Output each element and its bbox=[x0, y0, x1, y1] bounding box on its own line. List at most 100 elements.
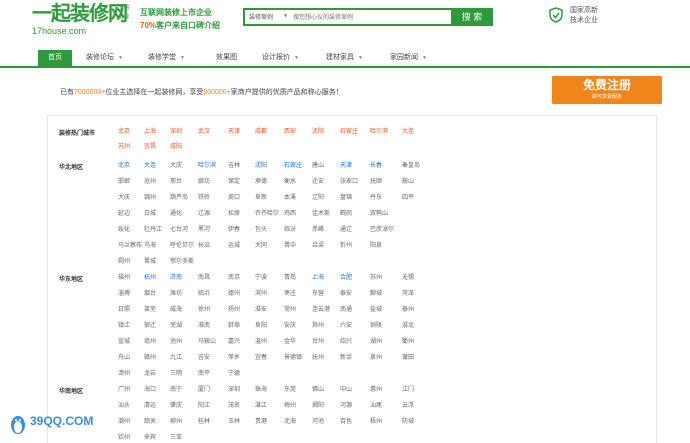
city-link[interactable]: 呼伦贝尔 bbox=[170, 242, 194, 250]
city-link[interactable]: 铁岭 bbox=[198, 194, 210, 202]
city-link[interactable]: 赣州 bbox=[144, 354, 156, 362]
city-link[interactable]: 河池 bbox=[312, 418, 324, 426]
city-link[interactable]: 镇江 bbox=[118, 322, 130, 330]
city-link[interactable]: 唐山 bbox=[312, 162, 324, 170]
city-link[interactable]: 北京 bbox=[118, 128, 130, 136]
city-link[interactable]: 揭阳 bbox=[312, 402, 324, 410]
city-link[interactable]: 宜昌 bbox=[144, 143, 156, 151]
nav-news[interactable]: 家园新闻 ▼ bbox=[390, 50, 427, 66]
city-link[interactable]: 萍乡 bbox=[228, 354, 240, 362]
city-link[interactable]: 盐城 bbox=[370, 306, 382, 314]
city-link[interactable]: 梧州 bbox=[370, 418, 382, 426]
city-link[interactable]: 云浮 bbox=[402, 402, 414, 410]
register-button[interactable]: 免费注册 即可享受服务 bbox=[552, 76, 662, 104]
city-link[interactable]: 咸阳 bbox=[170, 143, 182, 151]
city-link[interactable]: 沈阳 bbox=[255, 162, 267, 170]
city-link[interactable]: 泉州 bbox=[370, 354, 382, 362]
city-link[interactable]: 晋城 bbox=[144, 258, 156, 266]
city-link[interactable]: 吉林 bbox=[228, 162, 240, 170]
city-link[interactable]: 锦州 bbox=[144, 194, 156, 202]
city-link[interactable]: 汕尾 bbox=[370, 402, 382, 410]
city-link[interactable]: 铜陵 bbox=[370, 322, 382, 330]
city-link[interactable]: 忻州 bbox=[340, 242, 352, 250]
city-link[interactable]: 东营 bbox=[312, 290, 324, 298]
city-link[interactable]: 绍兴 bbox=[340, 338, 352, 346]
city-link[interactable]: 临汾 bbox=[284, 226, 296, 234]
city-link[interactable]: 四平 bbox=[402, 194, 414, 202]
city-link[interactable]: 青岛 bbox=[284, 274, 296, 282]
city-link[interactable]: 中山 bbox=[340, 386, 352, 394]
city-link[interactable]: 防城 bbox=[402, 418, 414, 426]
city-link[interactable]: 伊春 bbox=[228, 226, 240, 234]
city-link[interactable]: 鹤岗 bbox=[340, 210, 352, 218]
city-link[interactable]: 深圳 bbox=[170, 128, 182, 136]
city-link[interactable]: 承德 bbox=[255, 178, 267, 186]
city-link[interactable]: 晋中 bbox=[284, 242, 296, 250]
city-link[interactable]: 台州 bbox=[312, 338, 324, 346]
chevron-down-icon[interactable]: ▼ bbox=[283, 13, 288, 19]
city-link[interactable]: 巴彦淖尔 bbox=[370, 226, 394, 234]
city-link[interactable]: 武汉 bbox=[198, 128, 210, 136]
city-link[interactable]: 苏州 bbox=[118, 143, 130, 151]
city-link[interactable]: 邢台 bbox=[170, 178, 182, 186]
city-link[interactable]: 鄂尔多斯 bbox=[170, 258, 194, 266]
city-link[interactable]: 珠海 bbox=[255, 386, 267, 394]
city-link[interactable]: 鸡西 bbox=[284, 210, 296, 218]
city-link[interactable]: 苏州 bbox=[370, 274, 382, 282]
city-link[interactable]: 秦皇岛 bbox=[402, 162, 420, 170]
city-link[interactable]: 广州 bbox=[118, 386, 130, 394]
city-link[interactable]: 长治 bbox=[198, 242, 210, 250]
city-link[interactable]: 淮北 bbox=[402, 322, 414, 330]
city-link[interactable]: 嘉兴 bbox=[228, 338, 240, 346]
city-link[interactable]: 沧州 bbox=[144, 178, 156, 186]
city-link[interactable]: 南宁 bbox=[170, 386, 182, 394]
city-link[interactable]: 池州 bbox=[170, 338, 182, 346]
city-link[interactable]: 天津 bbox=[228, 128, 240, 136]
city-link[interactable]: 邯郸 bbox=[118, 178, 130, 186]
city-link[interactable]: 合肥 bbox=[340, 274, 352, 282]
city-link[interactable]: 漳州 bbox=[118, 370, 130, 378]
city-link[interactable]: 金华 bbox=[284, 338, 296, 346]
city-link[interactable]: 肇庆 bbox=[170, 402, 182, 410]
city-link[interactable]: 宿迁 bbox=[144, 322, 156, 330]
city-link[interactable]: 通辽 bbox=[340, 226, 352, 234]
city-link[interactable]: 聊城 bbox=[370, 290, 382, 298]
city-link[interactable]: 大庆 bbox=[118, 194, 130, 202]
city-link[interactable]: 葫芦岛 bbox=[170, 194, 188, 202]
city-link[interactable]: 白城 bbox=[144, 210, 156, 218]
city-link[interactable]: 辽阳 bbox=[312, 194, 324, 202]
city-link[interactable]: 徐州 bbox=[198, 306, 210, 314]
city-link[interactable]: 扬州 bbox=[228, 306, 240, 314]
city-link[interactable]: 西安 bbox=[284, 128, 296, 136]
city-link[interactable]: 宜春 bbox=[255, 354, 267, 362]
city-link[interactable]: 临沂 bbox=[198, 290, 210, 298]
city-link[interactable]: 辽源 bbox=[198, 210, 210, 218]
city-link[interactable]: 河源 bbox=[340, 402, 352, 410]
city-link[interactable]: 抚州 bbox=[312, 354, 324, 362]
city-link[interactable]: 蚌埠 bbox=[228, 322, 240, 330]
nav-school[interactable]: 装修学堂 ▼ bbox=[148, 50, 185, 66]
city-link[interactable]: 无锡 bbox=[402, 274, 414, 282]
city-link[interactable]: 德州 bbox=[228, 290, 240, 298]
city-link[interactable]: 六安 bbox=[340, 322, 352, 330]
city-link[interactable]: 朔州 bbox=[118, 258, 130, 266]
city-link[interactable]: 石家庄 bbox=[284, 162, 302, 170]
city-link[interactable]: 菏泽 bbox=[402, 290, 414, 298]
city-link[interactable]: 江门 bbox=[402, 386, 414, 394]
city-link[interactable]: 包头 bbox=[255, 226, 267, 234]
city-link[interactable]: 莆田 bbox=[402, 354, 414, 362]
city-link[interactable]: 南通 bbox=[340, 306, 352, 314]
search-category[interactable]: 装修案例 bbox=[249, 12, 273, 21]
city-link[interactable]: 赤峰 bbox=[312, 226, 324, 234]
city-link[interactable]: 潍坊 bbox=[170, 290, 182, 298]
city-link[interactable]: 绥化 bbox=[118, 226, 130, 234]
city-link[interactable]: 牡丹江 bbox=[144, 226, 162, 234]
city-link[interactable]: 钦州 bbox=[118, 434, 130, 442]
city-link[interactable]: 吕梁 bbox=[312, 242, 324, 250]
city-link[interactable]: 上海 bbox=[144, 128, 156, 136]
city-link[interactable]: 衢州 bbox=[402, 338, 414, 346]
city-link[interactable]: 哈尔滨 bbox=[198, 162, 216, 170]
city-link[interactable]: 福州 bbox=[118, 274, 130, 282]
nav-materials[interactable]: 建材家具 ▼ bbox=[326, 50, 363, 66]
city-link[interactable]: 廊坊 bbox=[198, 178, 210, 186]
